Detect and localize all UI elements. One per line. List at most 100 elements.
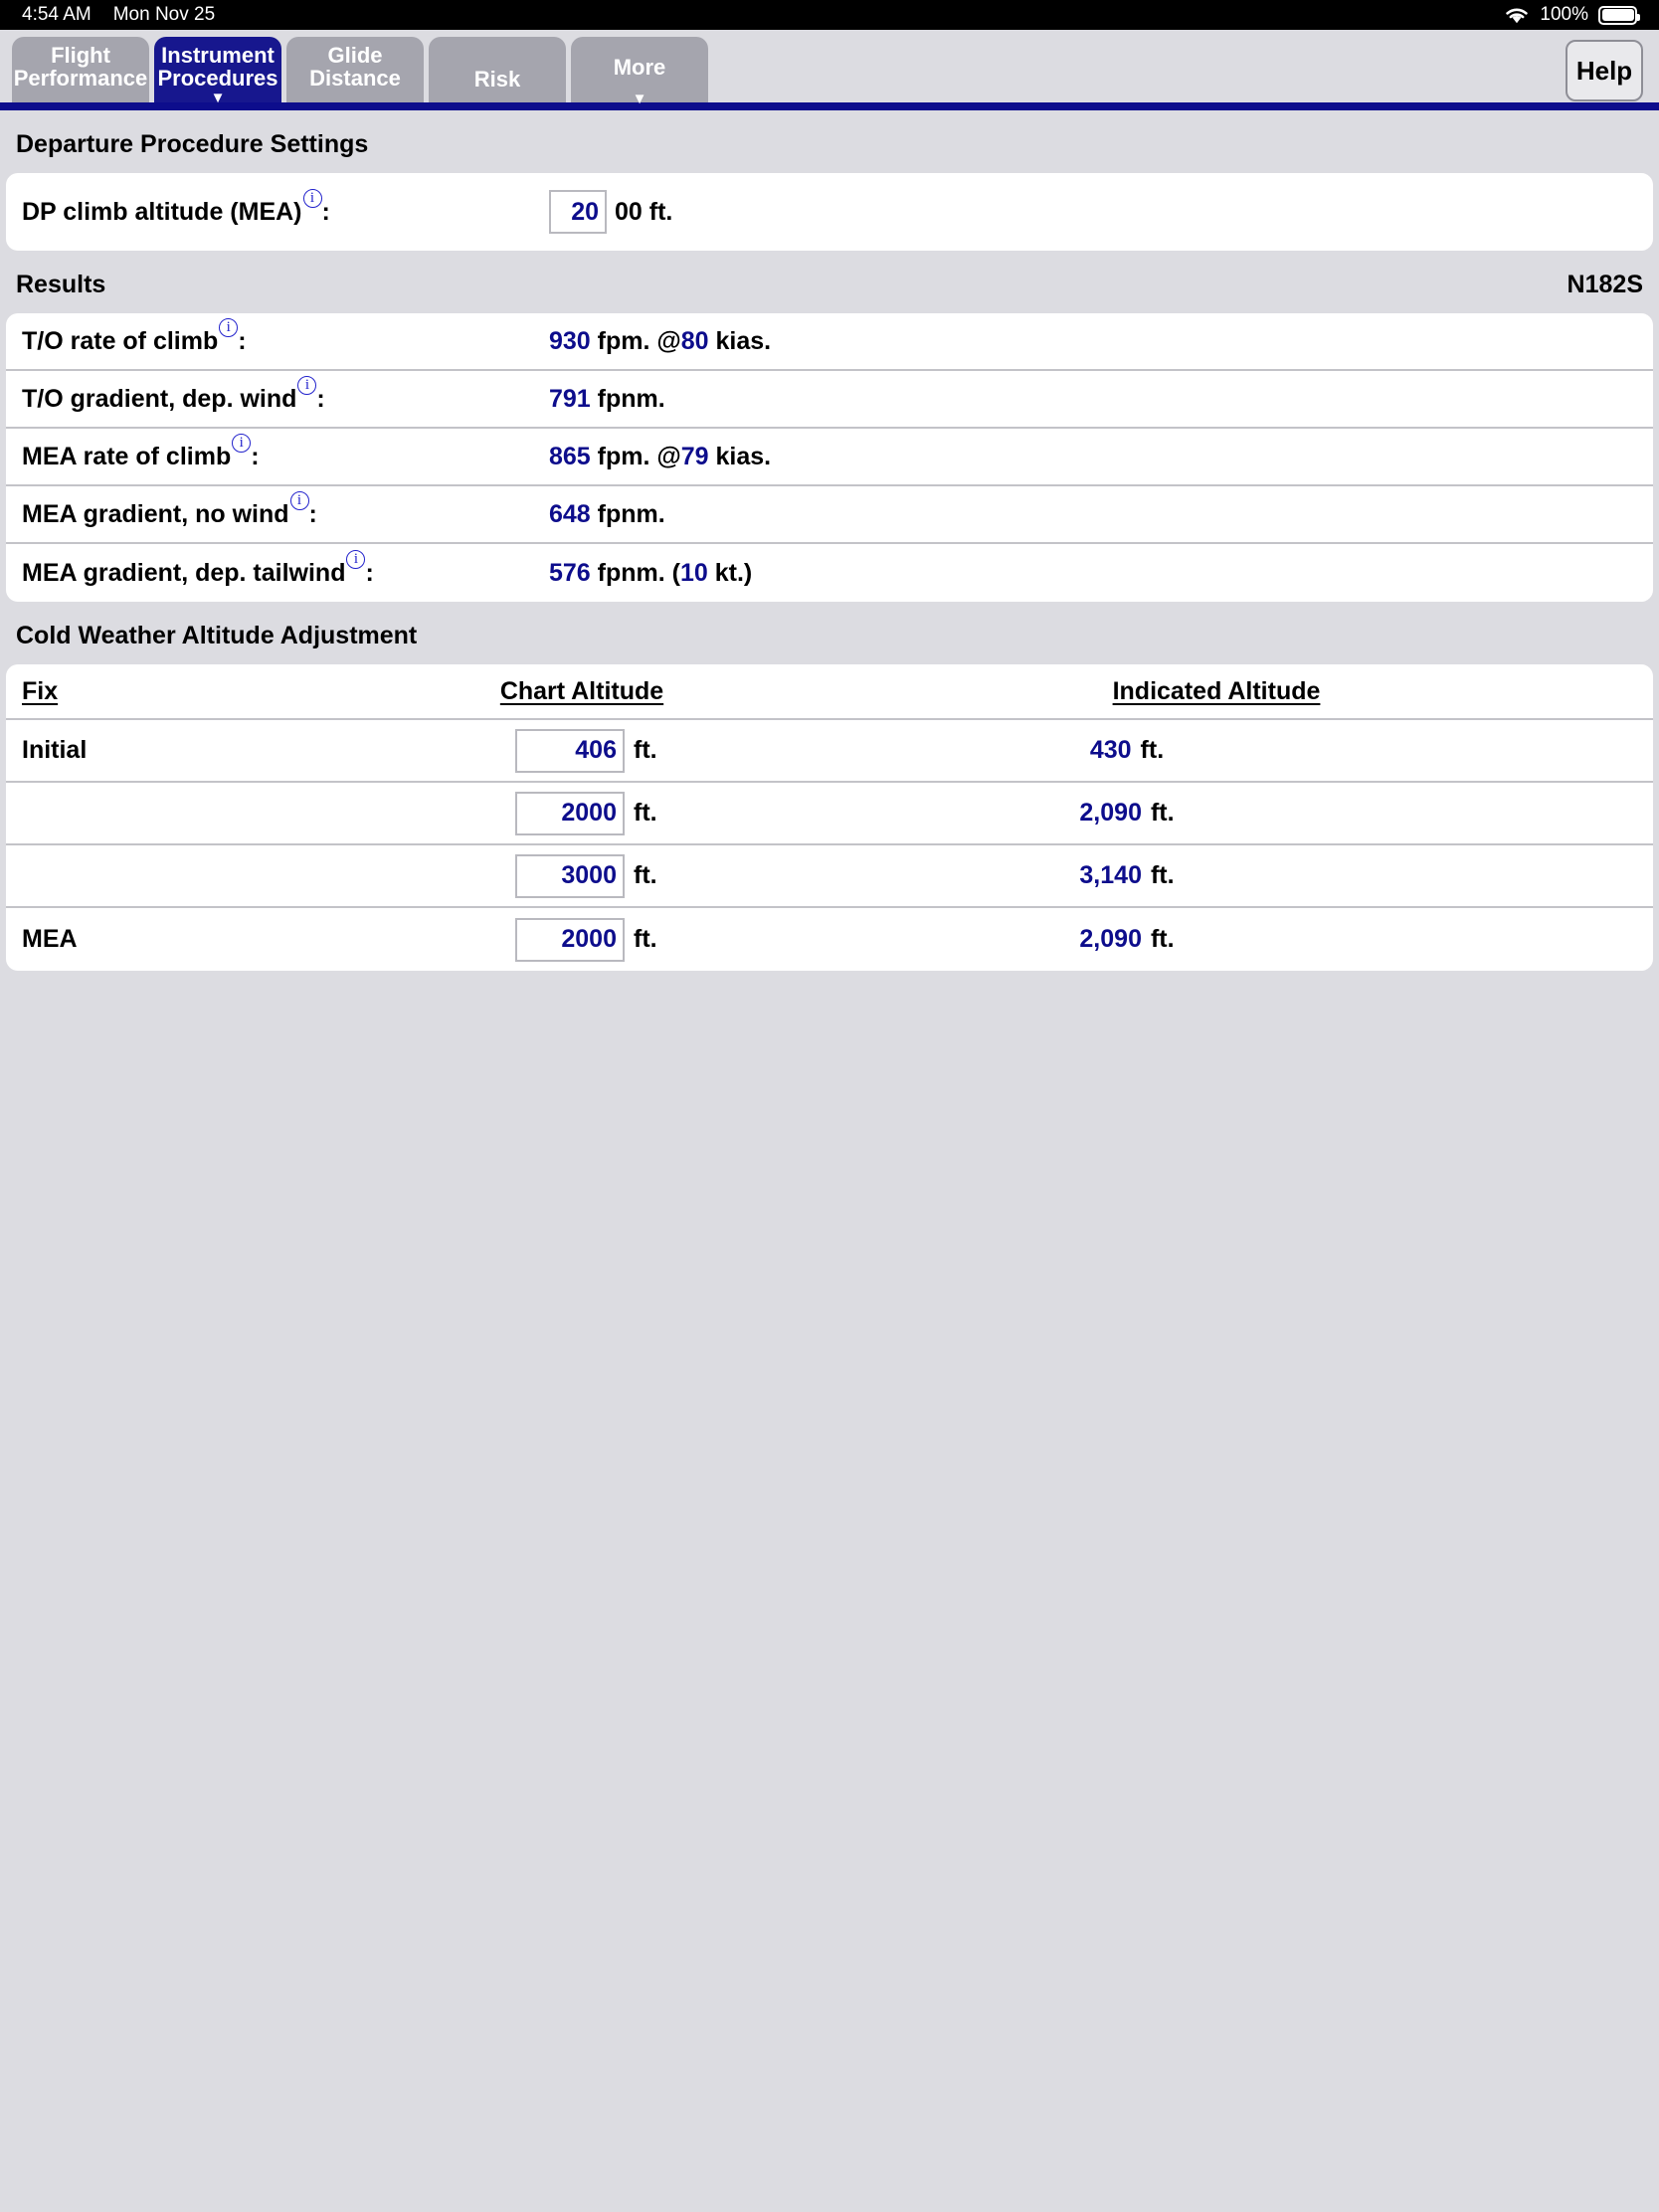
indicated-altitude-value: 430 (1089, 736, 1132, 764)
dp-climb-altitude-suffix: 00 ft. (615, 197, 673, 226)
result-row-to-rate-of-climb: T/O rate of climb i: 930 fpm. @80 kias. (6, 313, 1653, 371)
info-icon[interactable]: i (219, 317, 239, 337)
label-colon: : (238, 326, 247, 355)
tab-instrument-procedures[interactable]: Instrument Procedures ▼ (154, 37, 281, 107)
table-row: MEA 2000 ft. 2,090 ft. (6, 908, 1653, 971)
column-header-fix: Fix (22, 676, 59, 705)
result-value-primary: 791 (549, 384, 591, 413)
result-row-mea-rate-of-climb: MEA rate of climb i: 865 fpm. @79 kias. (6, 429, 1653, 486)
result-row-mea-gradient-no-wind: MEA gradient, no wind i: 648 fpnm. (6, 486, 1653, 544)
chart-altitude-input[interactable]: 2000 (515, 791, 625, 835)
label-colon: : (308, 499, 317, 528)
battery-full-icon (1598, 5, 1640, 25)
result-label-text: MEA rate of climb (22, 442, 232, 470)
result-value-tail: kt.) (707, 558, 753, 587)
status-bar-date: Mon Nov 25 (112, 4, 216, 25)
result-value-primary: 930 (549, 326, 591, 355)
result-row-to-gradient-dep-wind: T/O gradient, dep. wind i: 791 fpnm. (6, 371, 1653, 429)
departure-settings-heading: Departure Procedure Settings (0, 110, 1659, 173)
chevron-down-icon: ▼ (210, 90, 226, 107)
wifi-icon (1504, 6, 1530, 25)
result-value-secondary: 80 (680, 326, 709, 355)
fix-label: Initial (22, 736, 88, 764)
chart-altitude-input[interactable]: 3000 (515, 853, 625, 898)
tab-label-line2: Performance (13, 65, 148, 91)
tab-label-line1: Risk (473, 66, 521, 92)
cold-weather-title: Cold Weather Altitude Adjustment (16, 622, 418, 649)
status-bar-time: 4:54 AM (22, 4, 92, 25)
result-value-mid: fpnm. (590, 384, 665, 413)
result-value: 576 fpnm. (10 kt.) (549, 559, 752, 588)
result-value-tail: kias. (708, 442, 772, 470)
tab-label-line1: Instrument (161, 43, 275, 68)
label-colon: : (365, 558, 374, 587)
tab-glide-distance[interactable]: Glide Distance (286, 37, 424, 102)
indicated-altitude-value: 3,140 (1079, 861, 1142, 889)
indicated-altitude-unit: ft. (1150, 861, 1175, 889)
tab-more[interactable]: More ▼ (571, 37, 708, 106)
result-value-mid: fpm. @ (590, 326, 681, 355)
dp-climb-altitude-row: DP climb altitude (MEA) i: 20 00 ft. (6, 173, 1653, 251)
result-value-mid: fpnm. ( (590, 558, 680, 587)
result-label: T/O gradient, dep. wind i: (22, 375, 549, 414)
result-value-secondary: 10 (679, 558, 708, 587)
column-header-chart-altitude: Chart Altitude (499, 676, 664, 705)
result-value: 865 fpm. @79 kias. (549, 443, 771, 471)
chart-altitude-unit: ft. (634, 925, 657, 953)
dp-climb-altitude-input[interactable]: 20 (549, 190, 607, 234)
result-value: 930 fpm. @80 kias. (549, 327, 771, 356)
label-colon: : (316, 384, 325, 413)
help-button[interactable]: Help (1566, 40, 1643, 101)
indicated-altitude-value: 2,090 (1079, 799, 1142, 827)
indicated-altitude-unit: ft. (1150, 925, 1175, 953)
tab-bar: Flight Performance Instrument Procedures… (0, 30, 1659, 107)
tab-label-line2: Distance (309, 65, 401, 91)
info-icon[interactable]: i (289, 490, 309, 510)
dp-climb-altitude-label-text: DP climb altitude (MEA) (22, 197, 302, 226)
info-icon[interactable]: i (297, 375, 317, 395)
result-row-mea-gradient-dep-tailwind: MEA gradient, dep. tailwind i: 576 fpnm. … (6, 544, 1653, 602)
results-title: Results (16, 271, 106, 298)
cold-weather-heading: Cold Weather Altitude Adjustment (0, 602, 1659, 664)
chart-altitude-unit: ft. (634, 861, 657, 889)
result-label: T/O rate of climb i: (22, 317, 549, 356)
tab-label-line1: More (613, 55, 666, 80)
indicated-altitude-unit: ft. (1150, 799, 1175, 827)
result-label-text: MEA gradient, dep. tailwind (22, 558, 346, 587)
table-row: 2000 ft. 2,090 ft. (6, 783, 1653, 845)
info-icon[interactable]: i (346, 549, 366, 569)
label-colon: : (251, 442, 260, 470)
info-icon[interactable]: i (232, 433, 252, 453)
result-label-text: T/O gradient, dep. wind (22, 384, 297, 413)
result-label: MEA rate of climb i: (22, 433, 549, 471)
result-value-primary: 865 (549, 442, 591, 470)
tab-label-line1: Glide (327, 43, 383, 68)
chart-altitude-input[interactable]: 406 (515, 728, 625, 773)
table-row: 3000 ft. 3,140 ft. (6, 845, 1653, 908)
chevron-down-icon: ▼ (632, 90, 647, 107)
table-header-row: Fix Chart Altitude Indicated Altitude (6, 664, 1653, 720)
tab-label-line2: Procedures (157, 65, 278, 91)
results-heading: Results N182S (0, 251, 1659, 313)
fix-label: MEA (22, 925, 78, 953)
indicated-altitude-value: 2,090 (1079, 925, 1142, 953)
tab-risk[interactable]: Risk (429, 37, 566, 102)
result-value: 791 fpnm. (549, 385, 665, 414)
tab-label-line1: Flight (51, 43, 110, 68)
departure-settings-title: Departure Procedure Settings (16, 130, 369, 158)
info-icon[interactable]: i (302, 188, 322, 208)
cold-weather-table: Fix Chart Altitude Indicated Altitude In… (6, 664, 1653, 971)
indicated-altitude-unit: ft. (1140, 736, 1165, 764)
tail-number: N182S (1567, 271, 1643, 298)
results-card: T/O rate of climb i: 930 fpm. @80 kias. T… (6, 313, 1653, 602)
departure-settings-card: DP climb altitude (MEA) i: 20 00 ft. (6, 173, 1653, 251)
dp-climb-altitude-label: DP climb altitude (MEA) i: (22, 188, 549, 227)
battery-percent-label: 100% (1540, 4, 1588, 25)
chart-altitude-input[interactable]: 2000 (515, 917, 625, 962)
result-label-text: T/O rate of climb (22, 326, 219, 355)
result-label: MEA gradient, no wind i: (22, 490, 549, 529)
result-value: 648 fpnm. (549, 500, 665, 529)
table-row: Initial 406 ft. 430 ft. (6, 720, 1653, 783)
result-value-secondary: 79 (680, 442, 709, 470)
tab-flight-performance[interactable]: Flight Performance (12, 37, 149, 102)
